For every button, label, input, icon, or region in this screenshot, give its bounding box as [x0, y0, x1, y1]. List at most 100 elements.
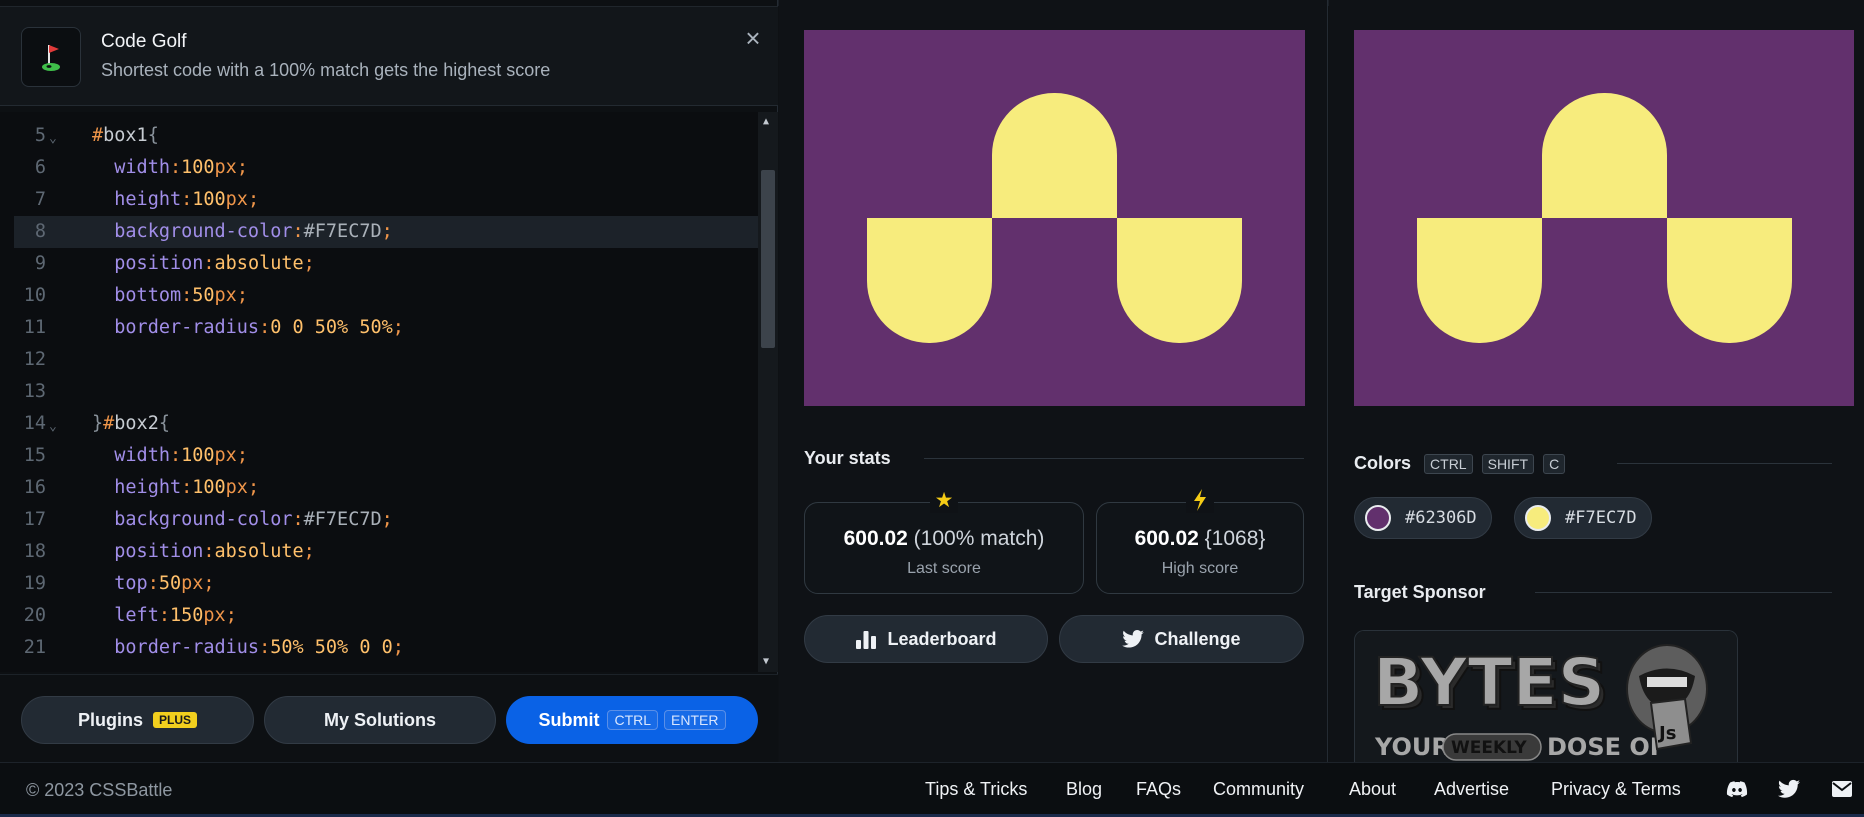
cssbattle-app: Code Golf Shortest code with a 100% matc… [0, 0, 1864, 817]
challenge-label: Challenge [1154, 628, 1241, 649]
code-token: position [114, 541, 204, 562]
code-token: px [214, 157, 237, 178]
divider [924, 458, 1304, 459]
my-solutions-label: My Solutions [324, 709, 436, 730]
bytes-logo: BYTES BYTES YOUR WEEKLY DOSE OF Js [1355, 631, 1737, 762]
code-editor[interactable]: 5 ⌄ #box1{ 6 width:100px; 7 height:100px… [0, 112, 778, 672]
leaderboard-button[interactable]: Leaderboard [804, 615, 1048, 663]
code-token: { [147, 125, 159, 146]
editor-scrollbar[interactable]: ▲ ▼ [758, 112, 778, 672]
line-number: 17 [23, 509, 46, 530]
last-score-card: ★ 600.02 (100% match) Last score [804, 489, 1084, 594]
line-number: 21 [23, 637, 46, 658]
code-token: background-color [114, 509, 293, 530]
footer-link-blog[interactable]: Blog [1066, 779, 1102, 800]
line-number: 16 [23, 477, 46, 498]
plugins-button[interactable]: Plugins PLUS [21, 696, 254, 744]
target-panel: Colors CTRL SHIFT C #62306D #F7EC7D Targ… [1329, 0, 1864, 762]
code-token: ; [392, 317, 404, 338]
last-score-value: 600.02 (100% match) [805, 527, 1083, 551]
code-token: 100 [192, 189, 226, 210]
sponsor-banner[interactable]: BYTES BYTES YOUR WEEKLY DOSE OF Js [1354, 630, 1738, 762]
ctrl-key-hint: CTRL [1424, 454, 1473, 474]
code-token: : [203, 541, 215, 562]
scroll-up-icon[interactable]: ▲ [763, 116, 769, 127]
code-token: height [114, 189, 182, 210]
code-line[interactable]: 14 ⌄ }#box2{ [0, 408, 758, 440]
code-line[interactable]: 6 width:100px; [0, 152, 758, 184]
code-line[interactable]: 19 top:50px; [0, 568, 758, 600]
code-line[interactable]: 12 [0, 344, 758, 376]
code-token: height [114, 477, 182, 498]
submit-button[interactable]: Submit CTRL ENTER [506, 696, 758, 744]
sponsor-brand: BYTES [1373, 644, 1605, 721]
code-token: position [114, 253, 204, 274]
code-token: px [225, 477, 248, 498]
code-line[interactable]: 15 width:100px; [0, 440, 758, 472]
high-score-label: High score [1161, 560, 1239, 577]
color-hex: #62306D [1405, 508, 1477, 528]
color-swatch-purple[interactable]: #62306D [1354, 497, 1492, 539]
footer-link-faqs[interactable]: FAQs [1136, 779, 1181, 800]
c-key-hint: C [1543, 454, 1566, 474]
plugins-label: Plugins [77, 709, 143, 730]
footer-link-about[interactable]: About [1349, 779, 1396, 800]
code-line[interactable]: 5 ⌄ #box1{ [0, 120, 758, 152]
discord-icon[interactable] [1725, 777, 1749, 801]
my-solutions-button[interactable]: My Solutions [264, 696, 496, 744]
code-line[interactable]: 9 position:absolute; [0, 248, 758, 280]
last-score-label: Last score [907, 560, 981, 577]
close-icon[interactable]: × [739, 25, 767, 53]
code-line-active[interactable]: 8 background-color:#F7EC7D; [14, 216, 758, 248]
footer-link-advertise[interactable]: Advertise [1434, 779, 1509, 800]
target-shape [1667, 218, 1792, 343]
code-token: ; [236, 157, 248, 178]
code-token: : [169, 157, 182, 178]
scrollbar-thumb[interactable] [761, 170, 775, 348]
code-token: box1 [103, 125, 148, 146]
code-token: 50% 50% 0 0 [270, 637, 393, 658]
copyright: © 2023 CSSBattle [26, 780, 173, 800]
submit-label: Submit [538, 709, 600, 730]
fold-chevron-icon[interactable]: ⌄ [49, 411, 57, 443]
email-icon[interactable] [1831, 777, 1855, 801]
code-token: width [114, 445, 170, 466]
footer-link-tips[interactable]: Tips & Tricks [925, 779, 1027, 800]
color-swatch-yellow[interactable]: #F7EC7D [1514, 497, 1652, 539]
fold-chevron-icon[interactable]: ⌄ [49, 123, 57, 155]
code-token: ; [381, 221, 393, 242]
line-number: 10 [23, 285, 46, 306]
divider [1535, 592, 1832, 593]
footer-link-privacy[interactable]: Privacy & Terms [1551, 779, 1681, 800]
line-number: 7 [34, 189, 46, 210]
output-preview[interactable] [804, 30, 1305, 406]
editor-button-bar: Plugins PLUS My Solutions Submit CTRL EN… [0, 674, 778, 762]
code-token: : [147, 573, 159, 594]
code-token: : [259, 317, 271, 338]
footer-link-community[interactable]: Community [1213, 779, 1304, 800]
code-line[interactable]: 10 bottom:50px; [0, 280, 758, 312]
code-line[interactable]: 17 background-color:#F7EC7D; [0, 504, 758, 536]
scroll-down-icon[interactable]: ▼ [763, 656, 769, 667]
code-line[interactable]: 13 [0, 376, 758, 408]
challenge-button[interactable]: Challenge [1059, 615, 1304, 663]
twitter-icon[interactable] [1778, 777, 1802, 801]
plus-badge: PLUS [153, 712, 198, 728]
code-line[interactable]: 21 border-radius:50% 50% 0 0; [0, 632, 758, 664]
target-image[interactable] [1354, 30, 1854, 406]
code-token: ; [225, 605, 237, 626]
line-number: 19 [23, 573, 46, 594]
golf-flag-icon [21, 27, 81, 87]
sponsor-badge: Js [1657, 723, 1676, 744]
code-token: px [181, 573, 204, 594]
line-number: 9 [34, 253, 46, 274]
code-token: ; [381, 509, 393, 530]
code-line[interactable]: 7 height:100px; [0, 184, 758, 216]
code-line[interactable]: 11 border-radius:0 0 50% 50%; [0, 312, 758, 344]
code-line[interactable]: 18 position:absolute; [0, 536, 758, 568]
code-line[interactable]: 16 height:100px; [0, 472, 758, 504]
target-sponsor-heading: Target Sponsor [1354, 582, 1486, 602]
output-shape [867, 218, 992, 343]
code-token: : [292, 221, 304, 242]
code-line[interactable]: 20 left:150px; [0, 600, 758, 632]
